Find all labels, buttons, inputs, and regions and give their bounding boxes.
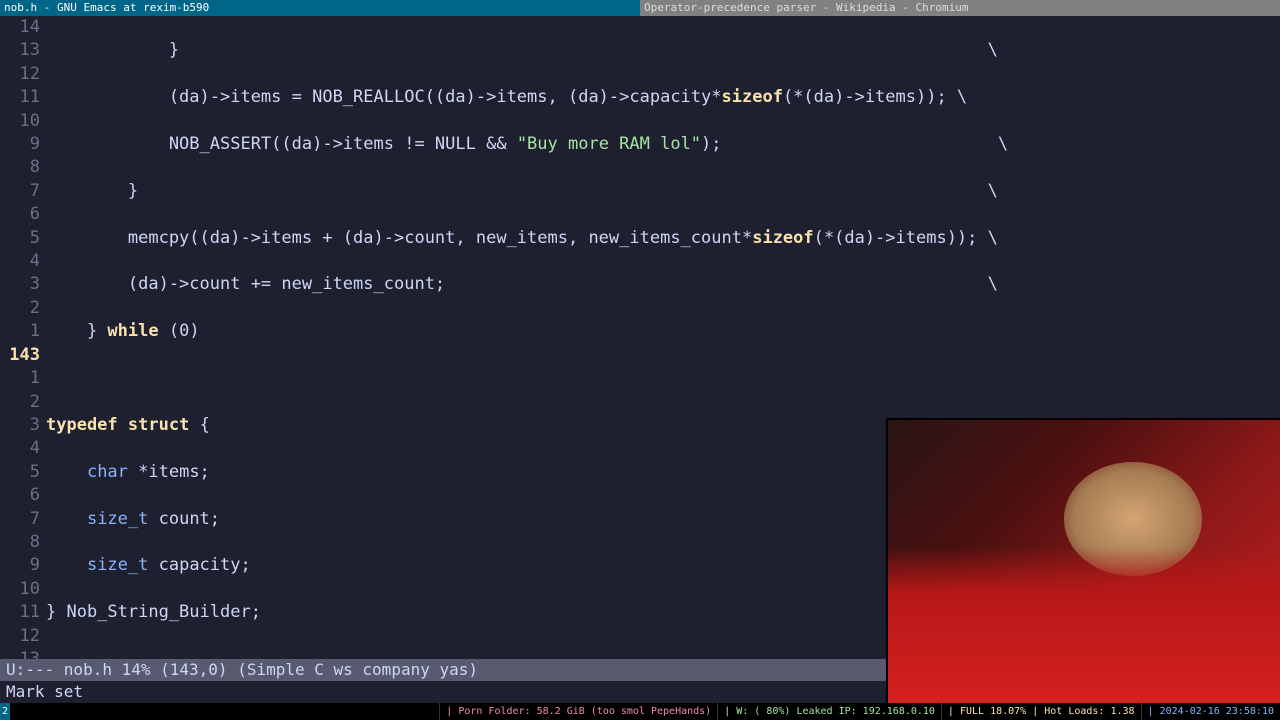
- taskbar-load: | FULL 18.07% | Hot Loads: 1.38: [941, 703, 1141, 720]
- webcam-overlay: [886, 418, 1280, 703]
- line-numbers: 141312 11109 876 543 21 143 123 456 789 …: [0, 16, 46, 659]
- taskbar-network: | W: ( 80%) Leaked IP: 192.168.0.10: [717, 703, 941, 720]
- titlebar: nob.h - GNU Emacs at rexim-b590 Operator…: [0, 0, 1280, 16]
- taskbar-clock: | 2024-02-16 23:58:10: [1141, 703, 1280, 720]
- workspace-indicator[interactable]: 2: [0, 703, 10, 720]
- emacs-title: nob.h - GNU Emacs at rexim-b590: [0, 0, 640, 16]
- taskbar[interactable]: 2 | Porn Folder: 58.2 GiB (too smol Pepe…: [0, 703, 1280, 720]
- taskbar-folder: | Porn Folder: 58.2 GiB (too smol PepeHa…: [439, 703, 717, 720]
- chromium-title: Operator-precedence parser - Wikipedia -…: [640, 0, 1280, 16]
- current-line-number: 143: [0, 344, 40, 367]
